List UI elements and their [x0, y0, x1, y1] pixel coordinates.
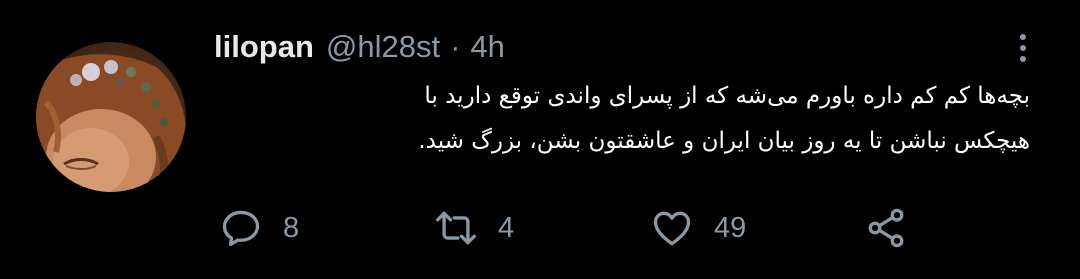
share-button[interactable]	[864, 200, 908, 256]
more-icon[interactable]	[1008, 30, 1038, 66]
author-handle[interactable]: @hl28st	[326, 29, 440, 65]
retweet-button[interactable]: 4	[434, 200, 514, 256]
reply-icon	[222, 210, 260, 247]
like-button[interactable]: 49	[650, 200, 746, 256]
retweet-icon	[436, 211, 476, 245]
author-name[interactable]: lilopan	[214, 29, 314, 65]
tweet[interactable]: lilopan @hl28st · 4h بچه‌ها کم کم داره ب…	[0, 0, 1080, 279]
tweet-timestamp[interactable]: 4h	[470, 29, 504, 65]
separator-dot: ·	[450, 29, 461, 64]
reply-button[interactable]: 8	[219, 200, 299, 256]
reply-count: 8	[283, 211, 300, 244]
tweet-text: بچه‌ها کم کم داره باورم می‌شه که از پسرا…	[290, 74, 1030, 164]
avatar-image	[36, 54, 186, 192]
retweet-count: 4	[498, 211, 515, 244]
heart-icon	[653, 211, 691, 246]
tweet-header: lilopan @hl28st · 4h	[214, 27, 505, 67]
tweet-text-line: بچه‌ها کم کم داره باورم می‌شه که از پسرا…	[424, 83, 1030, 109]
like-count: 49	[714, 211, 747, 244]
avatar[interactable]	[36, 42, 186, 192]
share-icon	[868, 208, 904, 248]
tweet-text-line: هیچکس نباشن تا یه روز بیان ایران و عاشقت…	[418, 128, 1030, 154]
action-bar: 8 4 49	[0, 200, 1080, 256]
